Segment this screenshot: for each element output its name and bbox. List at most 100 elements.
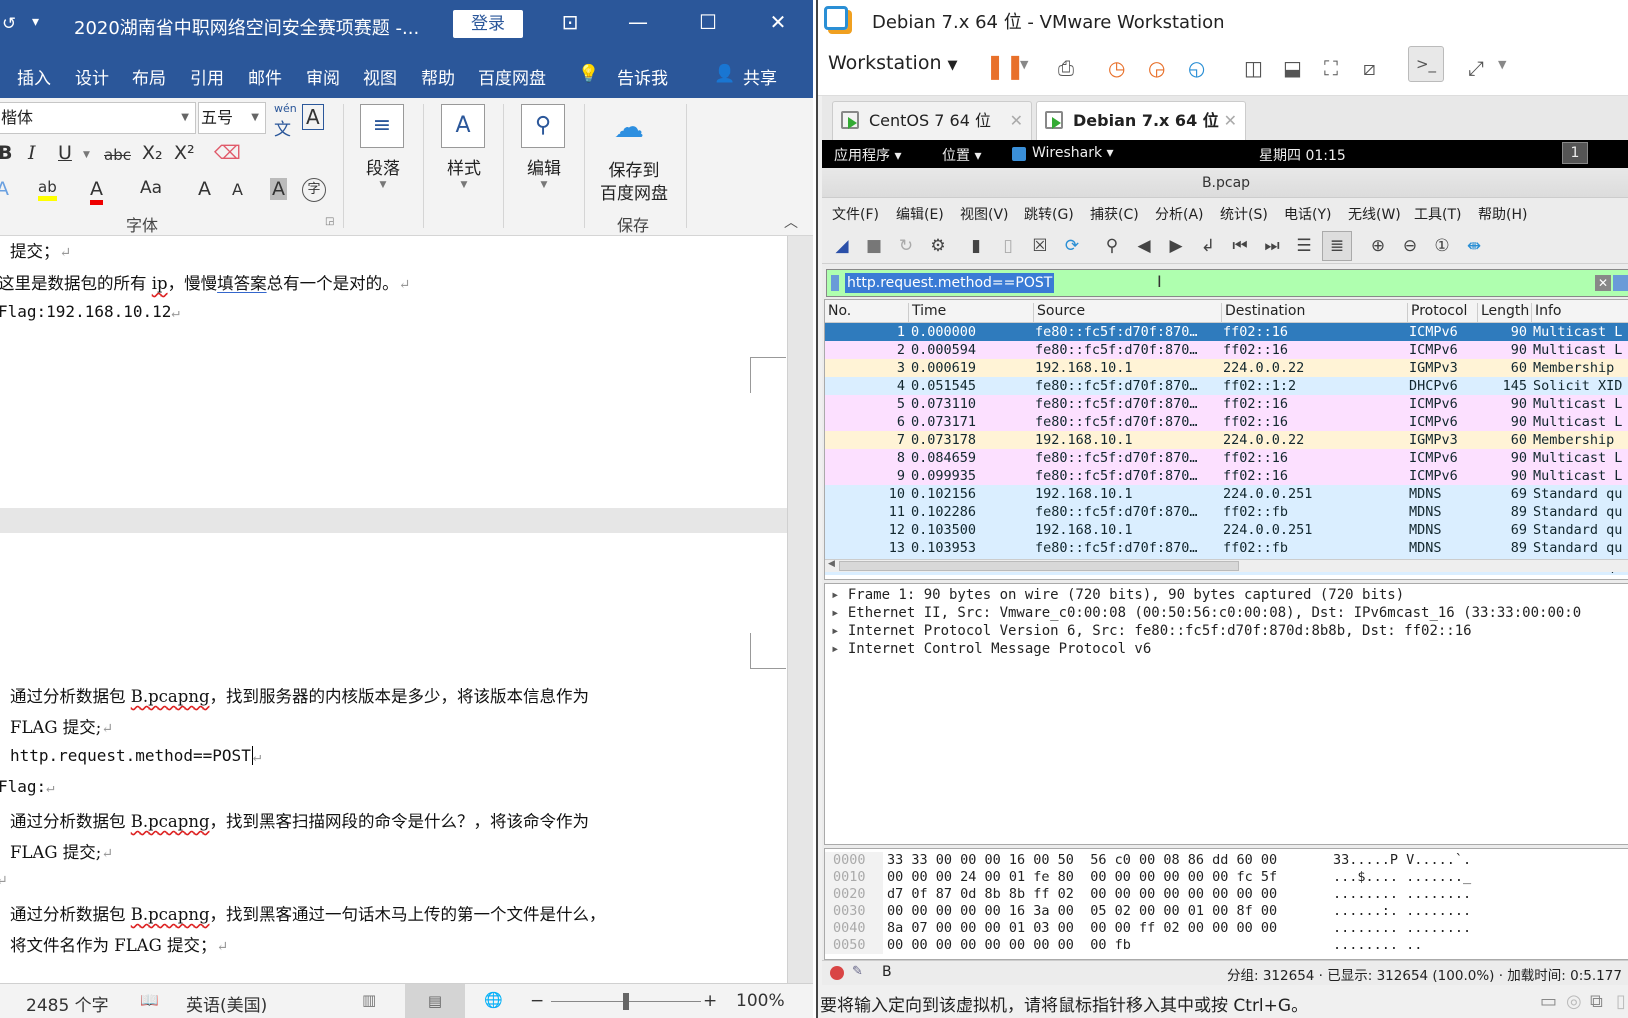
paragraph-button[interactable]: 段落 [360, 154, 406, 179]
document-area[interactable]: 提交；↵ 这里是数据包的所有 ip，慢慢填答案总有一个是对的。↵ Flag:19… [0, 236, 787, 983]
last-packet-icon[interactable]: ⏭ [1260, 234, 1284, 258]
vertical-scrollbar[interactable] [787, 236, 813, 983]
hard-disk-icon[interactable]: ▭ [1540, 991, 1557, 1012]
unity-icon[interactable]: ⧄ [1363, 56, 1376, 80]
font-dialog-launcher[interactable]: ◲ [325, 216, 334, 227]
start-capture-icon[interactable]: ◢ [830, 234, 854, 258]
tab-mailings[interactable]: 邮件 [248, 64, 282, 89]
packet-list[interactable]: No. Time Source Destination Protocol Len… [824, 299, 1628, 580]
bookmark-icon[interactable] [831, 275, 839, 291]
undo-icon[interactable]: ↺ [2, 14, 16, 34]
packet-row[interactable]: 7 0.073178 192.168.10.1 224.0.0.22 IGMPv3 60 M… [825, 431, 1628, 449]
packet-row[interactable]: 9 0.099935 fe80::fc5f:d70f:870… ff02::16 ICM… [825, 467, 1628, 485]
styles-button[interactable]: 样式 [441, 154, 487, 179]
collapse-ribbon-icon[interactable]: ︿ [784, 212, 798, 232]
expand-arrow-icon[interactable]: ▸ [831, 641, 848, 657]
go-to-packet-icon[interactable]: ↲ [1196, 234, 1220, 258]
menu-help[interactable]: 帮助(H) [1478, 204, 1527, 224]
col-no[interactable]: No. [825, 303, 851, 323]
packet-row[interactable]: 11 0.102286 fe80::fc5f:d70f:870… ff02::fb MD… [825, 503, 1628, 521]
zoom-out-icon[interactable]: ⊖ [1398, 234, 1422, 258]
packet-row[interactable]: 3 0.000619 192.168.10.1 224.0.0.22 IGMPv3 60 M… [825, 359, 1628, 377]
detail-tree-item[interactable]: ▸ Frame 1: 90 bytes on wire (720 bits), … [831, 587, 1404, 603]
thumbnail-bar-icon[interactable]: ⬓ [1283, 56, 1302, 80]
capture-options-icon[interactable]: ⚙ [926, 234, 950, 258]
find-packet-icon[interactable]: ⚲ [1100, 234, 1124, 258]
packet-row[interactable]: 6 0.073171 fe80::fc5f:d70f:870… ff02::16 ICM… [825, 413, 1628, 431]
snapshot-manager-icon[interactable]: ◵ [1188, 56, 1205, 80]
menu-wireless[interactable]: 无线(W) [1348, 204, 1401, 224]
tab-debian[interactable]: Debian 7.x 64 位 ✕ [1036, 101, 1246, 140]
ribbon-display-icon[interactable]: ⊡ [550, 10, 590, 34]
save-file-icon[interactable]: ▯ [996, 234, 1020, 258]
chevron-down-icon[interactable]: ▼ [1498, 58, 1506, 71]
stop-capture-icon[interactable]: ■ [862, 234, 886, 258]
chevron-down-icon[interactable]: ▼ [1020, 58, 1028, 71]
enclose-characters-button[interactable]: 字 [302, 178, 326, 202]
bytes-row[interactable]: 0020 d7 0f 87 0d 8b 8b ff 02 00 00 00 00 … [825, 886, 1625, 903]
snapshot-revert-icon[interactable]: ◶ [1148, 56, 1165, 80]
proofing-icon[interactable]: 📖 [140, 991, 159, 1009]
packet-details[interactable]: ▸ Frame 1: 90 bytes on wire (720 bits), … [824, 583, 1628, 845]
close-file-icon[interactable]: ☒ [1028, 234, 1052, 258]
styles-icon[interactable]: A [441, 104, 485, 148]
console-view-icon[interactable]: >_ [1408, 46, 1444, 82]
menu-statistics[interactable]: 统计(S) [1220, 204, 1268, 224]
tab-references[interactable]: 引用 [190, 64, 224, 89]
network-adapter-icon[interactable]: ⧉ [1590, 991, 1603, 1012]
col-destination[interactable]: Destination [1221, 303, 1305, 323]
send-ctrl-alt-del-icon[interactable]: ⎙ [1058, 56, 1074, 80]
menu-analyze[interactable]: 分析(A) [1155, 204, 1204, 224]
workspace-indicator[interactable]: 1 [1562, 142, 1588, 164]
tab-view[interactable]: 视图 [363, 64, 397, 89]
places-menu[interactable]: 位置 ▾ [942, 145, 981, 165]
bytes-row[interactable]: 0040 8a 07 00 00 00 01 03 00 00 00 ff 02 … [825, 920, 1625, 937]
menu-tools[interactable]: 工具(T) [1414, 204, 1461, 224]
strikethrough-button[interactable]: abc [104, 146, 131, 164]
usb-device-icon[interactable]: ▯ [1616, 991, 1626, 1012]
close-button[interactable]: ✕ [758, 10, 798, 34]
colorize-icon[interactable]: ≣ [1322, 231, 1352, 261]
apply-filter-icon[interactable] [1613, 275, 1628, 291]
word-count[interactable]: 2485 个字 [26, 991, 109, 1016]
tab-review[interactable]: 审阅 [306, 64, 340, 89]
capture-comment-icon[interactable]: ✎ [852, 964, 863, 979]
subscript-button[interactable]: X₂ [142, 142, 163, 164]
full-screen-icon[interactable]: ⛶ [1324, 56, 1338, 80]
open-file-icon[interactable]: ▮ [964, 234, 988, 258]
scroll-left-icon[interactable]: ◀ [828, 559, 835, 569]
minimize-button[interactable]: — [618, 10, 658, 34]
text-effects-button[interactable]: A [0, 178, 9, 200]
applications-menu[interactable]: 应用程序 ▾ [834, 145, 901, 165]
character-border-icon[interactable]: A [302, 104, 324, 130]
chevron-down-icon[interactable]: ▼ [83, 150, 90, 160]
print-layout-icon[interactable]: ▤ [405, 984, 465, 1018]
col-protocol[interactable]: Protocol [1407, 303, 1467, 323]
baidu-netdisk-icon[interactable]: ☁ [614, 110, 644, 145]
reload-file-icon[interactable]: ⟳ [1060, 234, 1084, 258]
expand-arrow-icon[interactable]: ▸ [831, 623, 848, 639]
packet-row[interactable]: 12 0.103500 192.168.10.1 224.0.0.251 MDNS 69 S… [825, 521, 1628, 539]
save-to-netdisk-line2[interactable]: 百度网盘 [596, 179, 672, 204]
stretch-icon[interactable]: ⤢ [1468, 56, 1484, 80]
font-size-select[interactable]: 五号 ▼ [198, 102, 266, 134]
col-info[interactable]: Info [1531, 303, 1562, 323]
clock[interactable]: 星期四 01:15 [1259, 145, 1346, 165]
close-tab-icon[interactable]: ✕ [1010, 102, 1023, 140]
menu-file[interactable]: 文件(F) [832, 204, 879, 224]
packet-bytes[interactable]: 0000 33 33 00 00 00 16 00 50 56 c0 00 08 … [824, 848, 1628, 960]
superscript-button[interactable]: X² [174, 142, 195, 164]
qat-customize-icon[interactable]: ▾ [32, 14, 39, 30]
bytes-row[interactable]: 0030 00 00 00 00 00 16 3a 00 05 02 00 00 … [825, 903, 1625, 920]
packet-row[interactable]: 1 0.000000 fe80::fc5f:d70f:870… ff02::16 ICM… [825, 323, 1628, 341]
restart-capture-icon[interactable]: ↻ [894, 234, 918, 258]
phonetic-guide-icon[interactable]: wén 文 [274, 102, 297, 140]
zoom-slider-thumb[interactable] [623, 993, 629, 1010]
clear-filter-icon[interactable]: ✕ [1595, 275, 1611, 291]
detail-tree-item[interactable]: ▸ Internet Control Message Protocol v6 [831, 641, 1151, 657]
detail-tree-item[interactable]: ▸ Internet Protocol Version 6, Src: fe80… [831, 623, 1472, 639]
login-button[interactable]: 登录 [453, 10, 523, 38]
shrink-font-button[interactable]: A [232, 180, 243, 199]
packet-row[interactable]: 2 0.000594 fe80::fc5f:d70f:870… ff02::16 ICM… [825, 341, 1628, 359]
clear-formatting-icon[interactable]: ⌫ [214, 142, 241, 164]
